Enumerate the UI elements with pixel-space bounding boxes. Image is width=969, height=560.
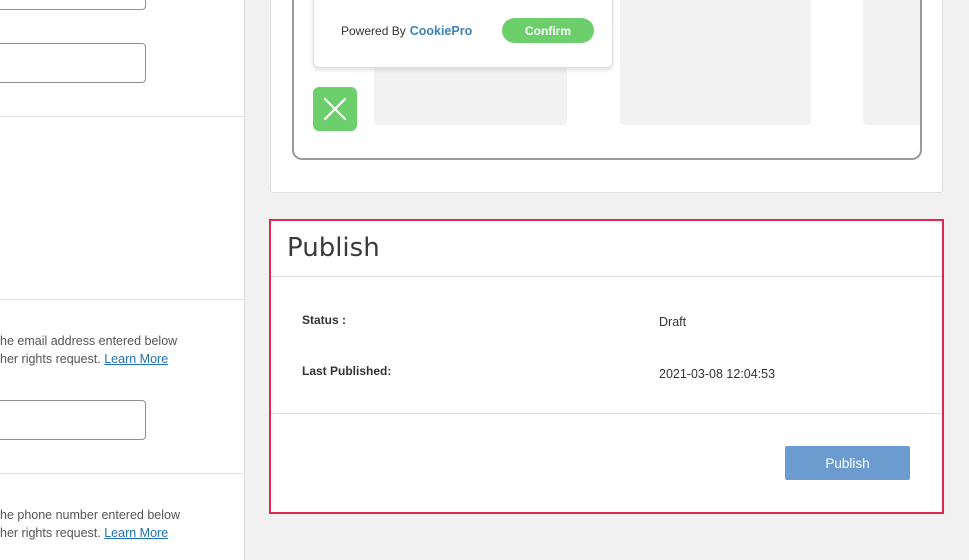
email-learn-more-link[interactable]: Learn More [104,352,168,366]
email-help-line1: he email address entered below [0,334,178,348]
publish-title: Publish [287,233,380,263]
settings-panel: he email address entered below her right… [0,0,245,560]
phone-help-text: he phone number entered below her rights… [0,506,240,542]
cookie-popup: Powered By CookiePro Confirm [313,0,613,68]
close-x-icon [323,97,347,121]
status-label: Status : [302,313,347,327]
last-published-value: 2021-03-08 12:04:53 [659,367,776,381]
title-separator [271,276,942,277]
divider [0,299,244,300]
confirm-button[interactable]: Confirm [502,18,594,43]
text-field[interactable] [0,43,146,83]
powered-by: Powered By CookiePro [341,24,472,38]
phone-help-line2: her rights request. [0,526,101,540]
divider [0,473,244,474]
banner-preview-card: Powered By CookiePro Confirm [270,0,943,193]
brand-name: CookiePro [409,24,473,38]
status-value: Draft [659,315,687,329]
phone-learn-more-link[interactable]: Learn More [104,526,168,540]
divider [0,116,244,117]
placeholder-tile [863,0,920,125]
device-preview-frame: Powered By CookiePro Confirm [292,0,922,160]
close-button[interactable] [313,87,357,131]
placeholder-tile [620,0,811,125]
footer-separator [271,413,942,414]
publish-button[interactable]: Publish [785,446,910,480]
powered-by-text: Powered By [341,24,406,38]
publish-panel: Publish Status : Draft Last Published: 2… [269,219,944,514]
text-field-top[interactable] [0,0,146,10]
last-published-label: Last Published: [302,364,392,378]
email-help-line2: her rights request. [0,352,101,366]
phone-help-line1: he phone number entered below [0,508,180,522]
email-field[interactable] [0,400,146,440]
email-help-text: he email address entered below her right… [0,332,240,368]
